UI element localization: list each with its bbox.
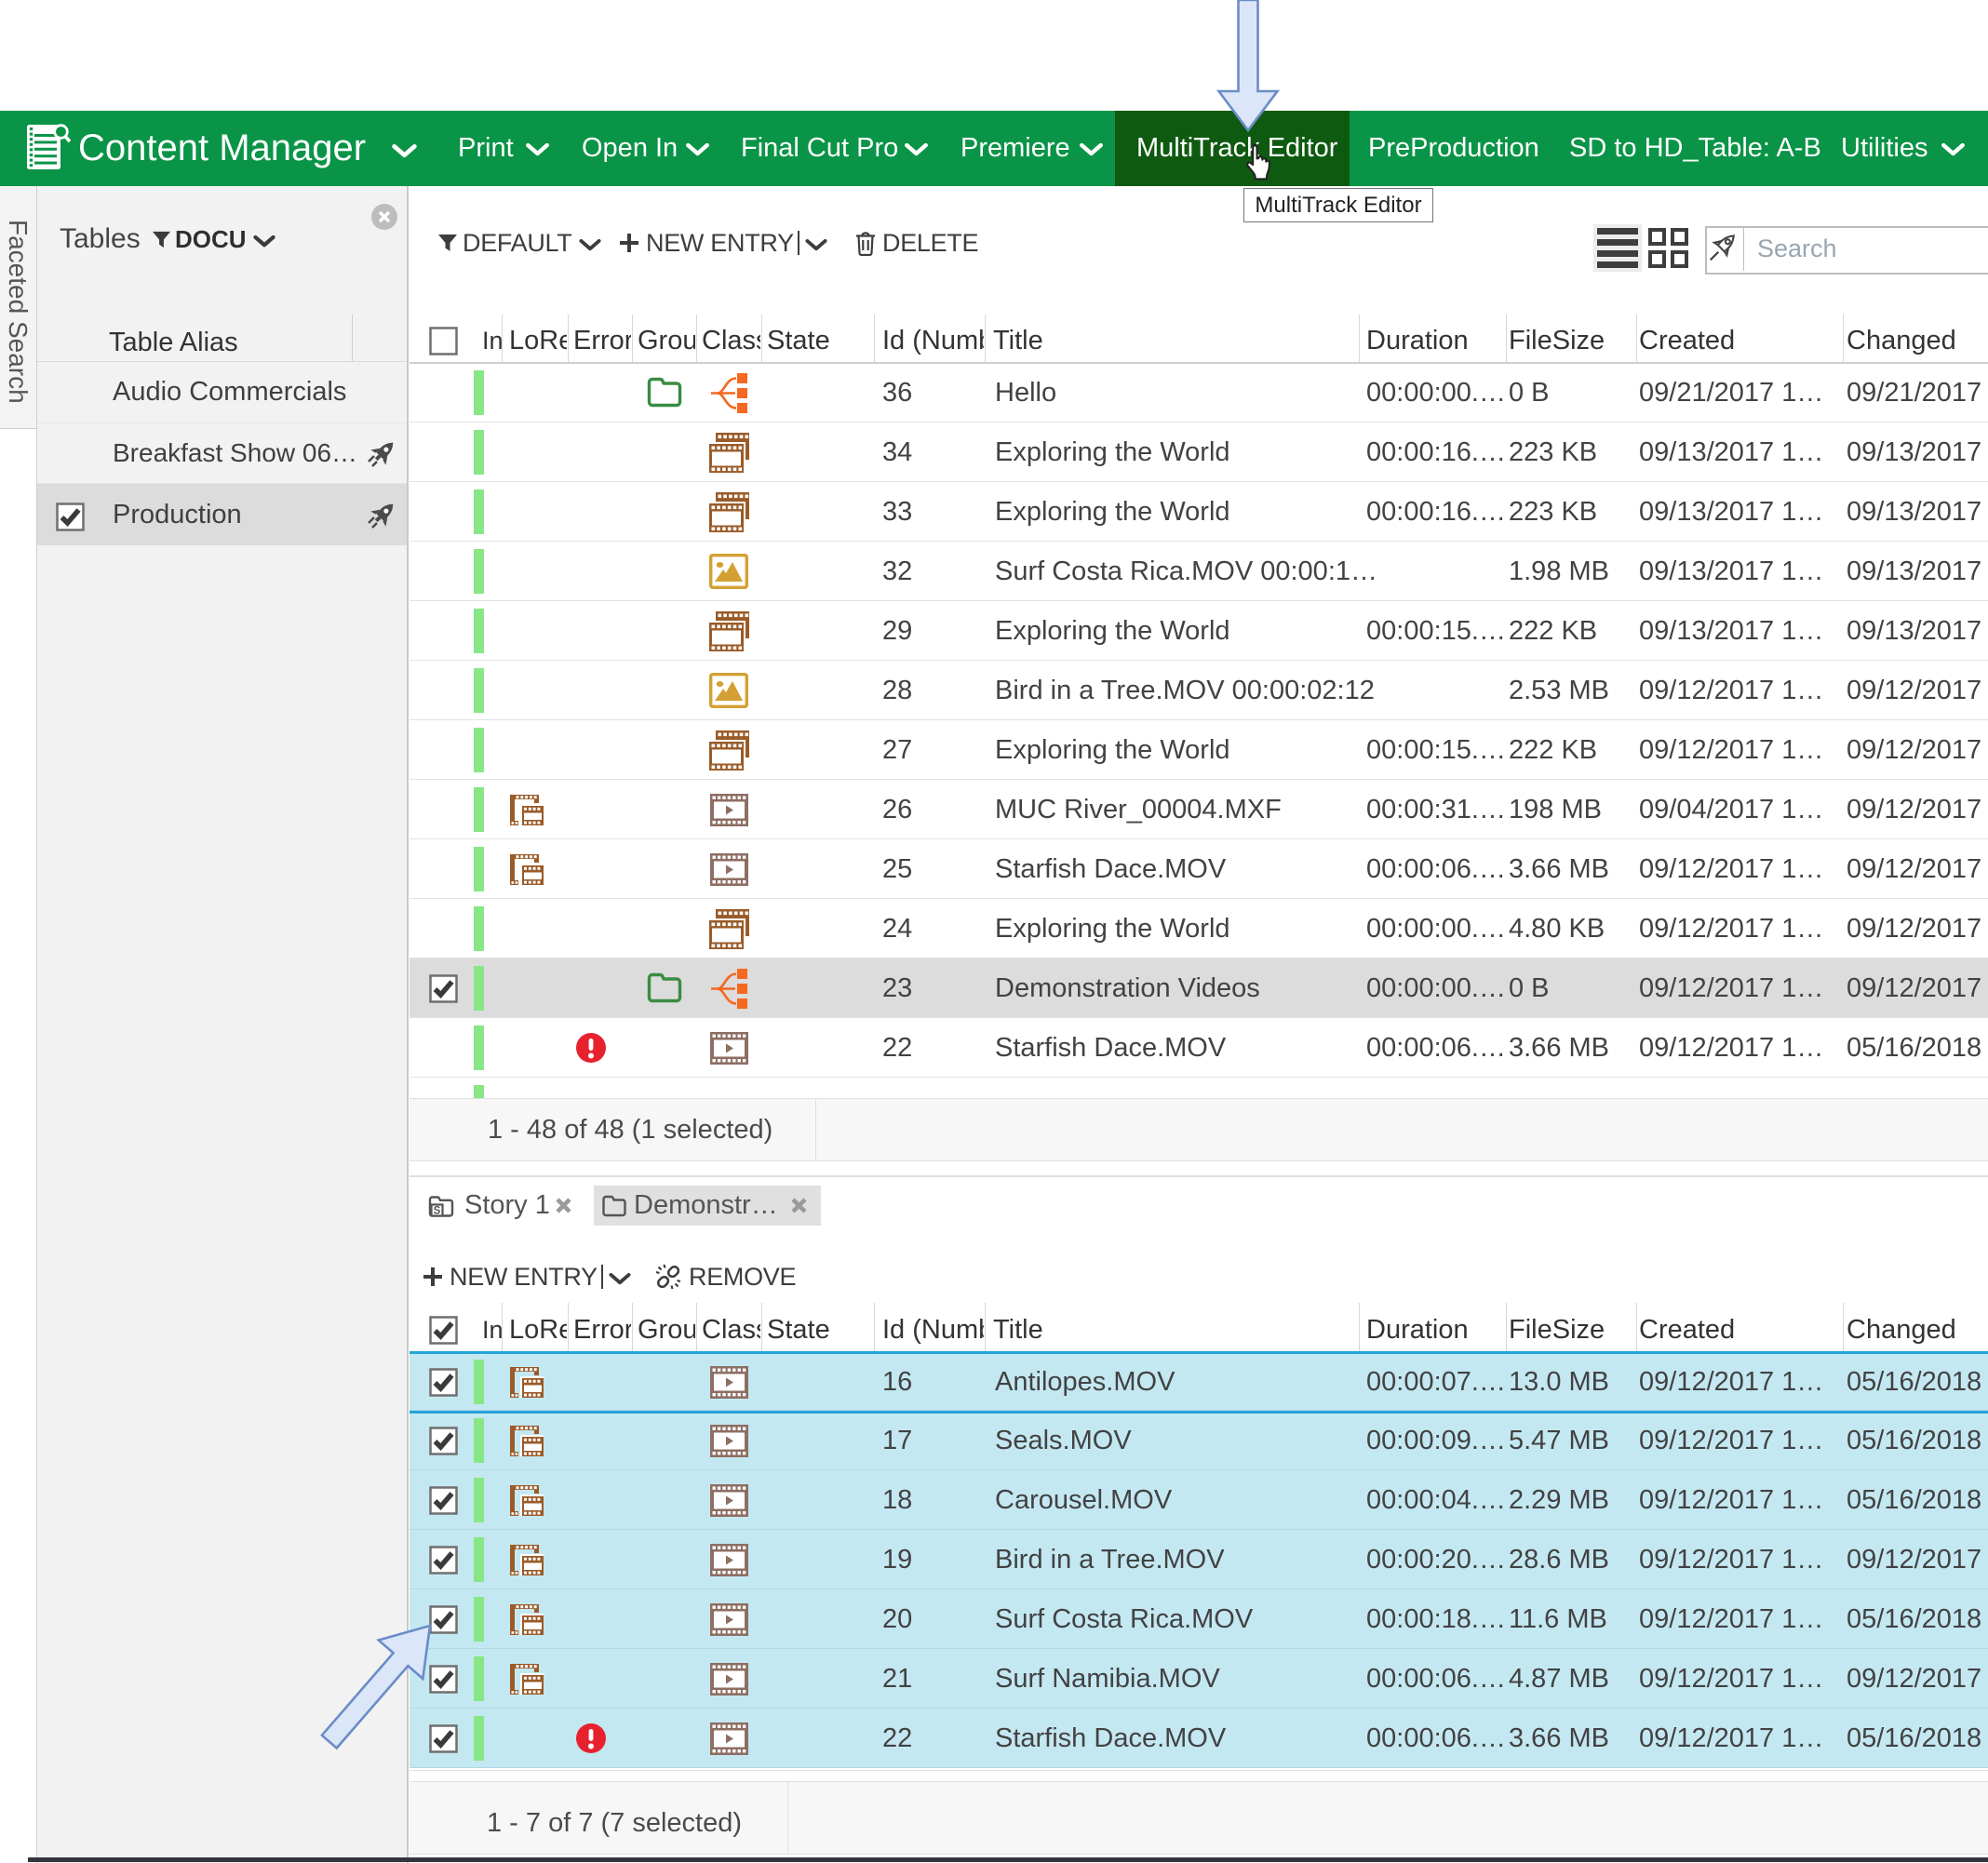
svg-text:S: S bbox=[434, 1205, 441, 1216]
